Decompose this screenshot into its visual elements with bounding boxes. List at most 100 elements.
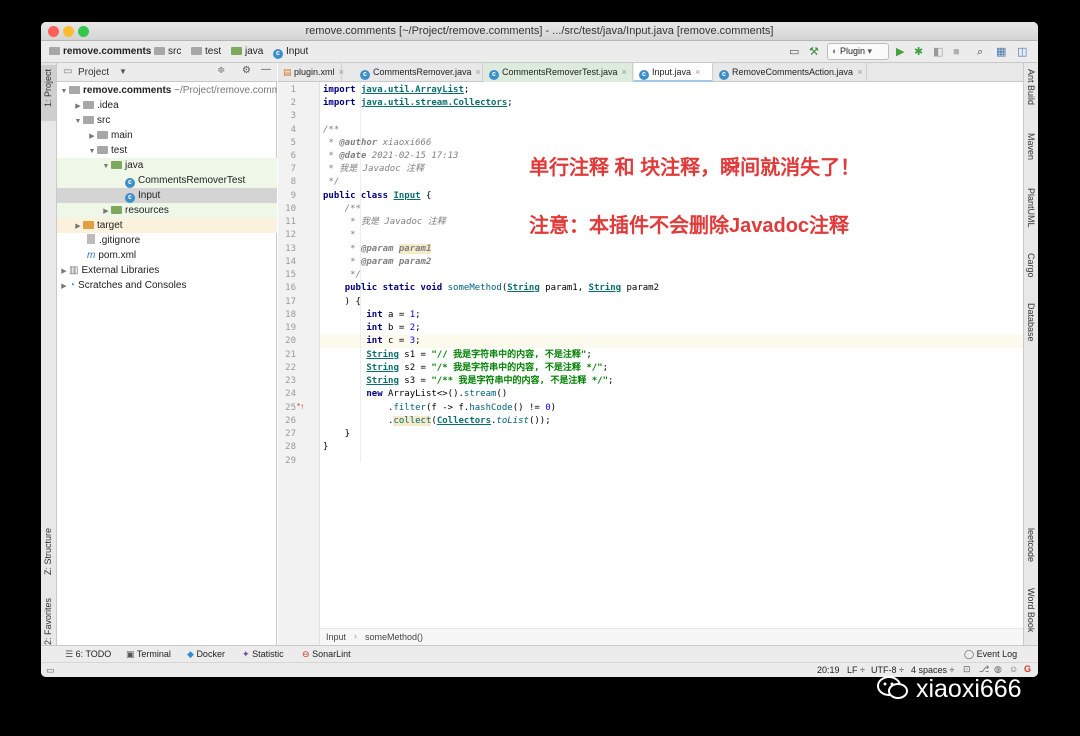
collapse-all-icon[interactable]: ≑	[217, 65, 225, 76]
tool-docker[interactable]: ◆ Docker	[187, 649, 225, 660]
tree-item-external-libraries[interactable]: ▶ ▥ External Libraries	[57, 263, 277, 278]
breakpoint-marker-icon[interactable]: *↑	[297, 402, 304, 411]
tool-todo[interactable]: ☰ 6: TODO	[65, 649, 111, 660]
tree-item-input[interactable]: c Input	[57, 188, 277, 203]
line-number: 9	[290, 191, 296, 201]
hide-panel-icon[interactable]: —	[261, 64, 271, 75]
tab-comments-remover[interactable]: c CommentsRemover.java ×	[355, 63, 483, 82]
line-number: 5	[290, 138, 296, 148]
close-window-button[interactable]	[48, 26, 59, 37]
tab-plugin-xml[interactable]: ▤ plugin.xml ×	[278, 63, 344, 82]
code-line: public static void someMethod(String par…	[344, 283, 659, 293]
tree-item-java[interactable]: ▼ java	[57, 158, 277, 173]
tool-event-log[interactable]: ◯ Event Log	[964, 649, 1017, 660]
tool-tab-ant-build[interactable]: Ant Build	[1026, 69, 1036, 105]
nav-crumb-test[interactable]: test	[191, 46, 221, 57]
javadoc-author: xiaoxi666	[382, 138, 432, 148]
tree-item-resources[interactable]: ▶ resources	[57, 203, 277, 218]
nav-crumb-java[interactable]: java	[231, 46, 263, 57]
search-icon[interactable]: ⌕	[977, 45, 983, 59]
folder-icon	[83, 101, 94, 109]
tree-item-test[interactable]: ▼ test	[57, 143, 277, 158]
tool-tab-favorites[interactable]: 2: Favorites	[43, 598, 53, 645]
tool-tab-leetcode[interactable]: leetcode	[1026, 528, 1036, 562]
tree-item-main[interactable]: ▶ main	[57, 128, 277, 143]
close-icon[interactable]: ×	[695, 67, 700, 77]
line-number: 17	[285, 297, 296, 307]
code-line: .filter(f -> f.hashCode() != 0)	[323, 403, 557, 413]
tool-tab-cargo[interactable]: Cargo	[1026, 253, 1036, 278]
folder-icon	[191, 47, 202, 55]
google-icon[interactable]: G	[1024, 664, 1031, 674]
stop-icon[interactable]: ■	[953, 45, 960, 59]
toggle-tool-windows-icon[interactable]: ▭	[46, 665, 55, 676]
tree-item-scratches[interactable]: ▶ ◔ Scratches and Consoles	[57, 278, 277, 293]
inspector-icon[interactable]: ☺	[1009, 664, 1018, 674]
tree-item-label: External Libraries	[81, 265, 160, 276]
tree-item-comments-remover-test[interactable]: c CommentsRemoverTest	[57, 173, 277, 188]
tool-terminal-label: Terminal	[136, 649, 171, 659]
nav-crumb-project[interactable]: remove.comments	[49, 46, 151, 57]
javadoc-tag: @param	[360, 244, 394, 254]
maximize-window-button[interactable]	[78, 26, 89, 37]
tool-todo-label: 6: TODO	[75, 649, 112, 659]
event-log-icon: ◯	[964, 649, 975, 659]
close-icon[interactable]: ×	[339, 67, 344, 77]
line-number: 27	[285, 429, 296, 439]
tree-item-root[interactable]: ▼ remove.comments ~/Project/remove.commen…	[57, 83, 277, 98]
breadcrumb-class[interactable]: Input	[326, 632, 346, 642]
tool-tab-project[interactable]: 1: Project	[41, 65, 56, 121]
tree-item-gitignore[interactable]: .gitignore	[57, 233, 277, 248]
expand-arrow-icon: ▼	[102, 163, 110, 170]
line-number: 14	[285, 257, 296, 267]
tool-statistic[interactable]: ✦ Statistic	[242, 649, 284, 660]
line-separator[interactable]: LF ÷	[847, 665, 865, 675]
coverage-icon[interactable]: ◧	[933, 45, 943, 59]
tool-tab-database[interactable]: Database	[1026, 303, 1036, 342]
tool-tab-plantuml[interactable]: PlantUML	[1026, 188, 1036, 228]
close-icon[interactable]: ×	[622, 67, 627, 77]
project-structure-icon[interactable]: ▦	[996, 45, 1006, 59]
debug-icon[interactable]: ✱	[914, 45, 923, 59]
tool-terminal[interactable]: ▣ Terminal	[126, 649, 171, 660]
tree-item-idea[interactable]: ▶ .idea	[57, 98, 277, 113]
import-package: java.util.ArrayList	[360, 85, 464, 95]
hammer-icon[interactable]: ⚒	[809, 45, 819, 59]
tree-item-target[interactable]: ▶ target	[57, 218, 277, 233]
close-icon[interactable]: ×	[476, 67, 481, 77]
code-line: */	[323, 270, 361, 280]
tab-remove-comments-action[interactable]: c RemoveCommentsAction.java ×	[714, 63, 867, 82]
nav-crumb-src[interactable]: src	[154, 46, 181, 57]
tab-comments-remover-test[interactable]: c CommentsRemoverTest.java ×	[484, 63, 633, 82]
run-config-select[interactable]: ◐ Plugin ▾	[827, 43, 889, 60]
code-line: int c = 3;	[366, 336, 421, 346]
folder-icon	[154, 47, 165, 55]
event-log-label: Event Log	[976, 649, 1018, 659]
translate-icon[interactable]: ◫	[1017, 45, 1027, 59]
tool-tab-maven[interactable]: Maven	[1026, 133, 1036, 160]
caret-position[interactable]: 20:19	[817, 665, 840, 675]
minimize-window-button[interactable]	[63, 26, 74, 37]
expand-arrow-icon: ▼	[60, 88, 68, 95]
build-layout-icon[interactable]: ▭	[789, 45, 799, 59]
code-line: String s3 = "/** 我是字符串中的内容, 不是注释 */";	[366, 376, 614, 386]
code-line: * @author xiaoxi666	[323, 138, 432, 148]
nav-crumb-input[interactable]: c Input	[273, 46, 308, 59]
project-view-selector[interactable]: Project	[78, 67, 109, 78]
tool-sonarlint[interactable]: ⊖ SonarLint	[302, 649, 351, 660]
tab-input-java[interactable]: c Input.java ×	[634, 63, 713, 82]
gear-icon[interactable]: ⚙	[242, 65, 251, 76]
line-number: 29	[285, 456, 296, 466]
tool-tab-word-book[interactable]: Word Book	[1026, 588, 1036, 632]
chevron-down-icon[interactable]: ▼	[119, 67, 127, 76]
breadcrumb-method[interactable]: someMethod()	[365, 632, 423, 642]
tool-tab-structure[interactable]: Z: Structure	[43, 528, 53, 575]
line-number-gutter[interactable]: 1 2 3 4 5 6 7 8 9 10 11 12 13 14 15 16 1…	[278, 82, 320, 645]
close-icon[interactable]: ×	[857, 67, 862, 77]
tree-item-src[interactable]: ▼ src	[57, 113, 277, 128]
expand-arrow-icon: ▶	[89, 133, 95, 140]
nav-crumb-java-label: java	[245, 46, 264, 57]
run-icon[interactable]: ▶	[896, 45, 904, 59]
tree-item-pom[interactable]: m pom.xml	[57, 248, 277, 263]
import-package: java.util.stream.Collectors	[360, 98, 508, 108]
